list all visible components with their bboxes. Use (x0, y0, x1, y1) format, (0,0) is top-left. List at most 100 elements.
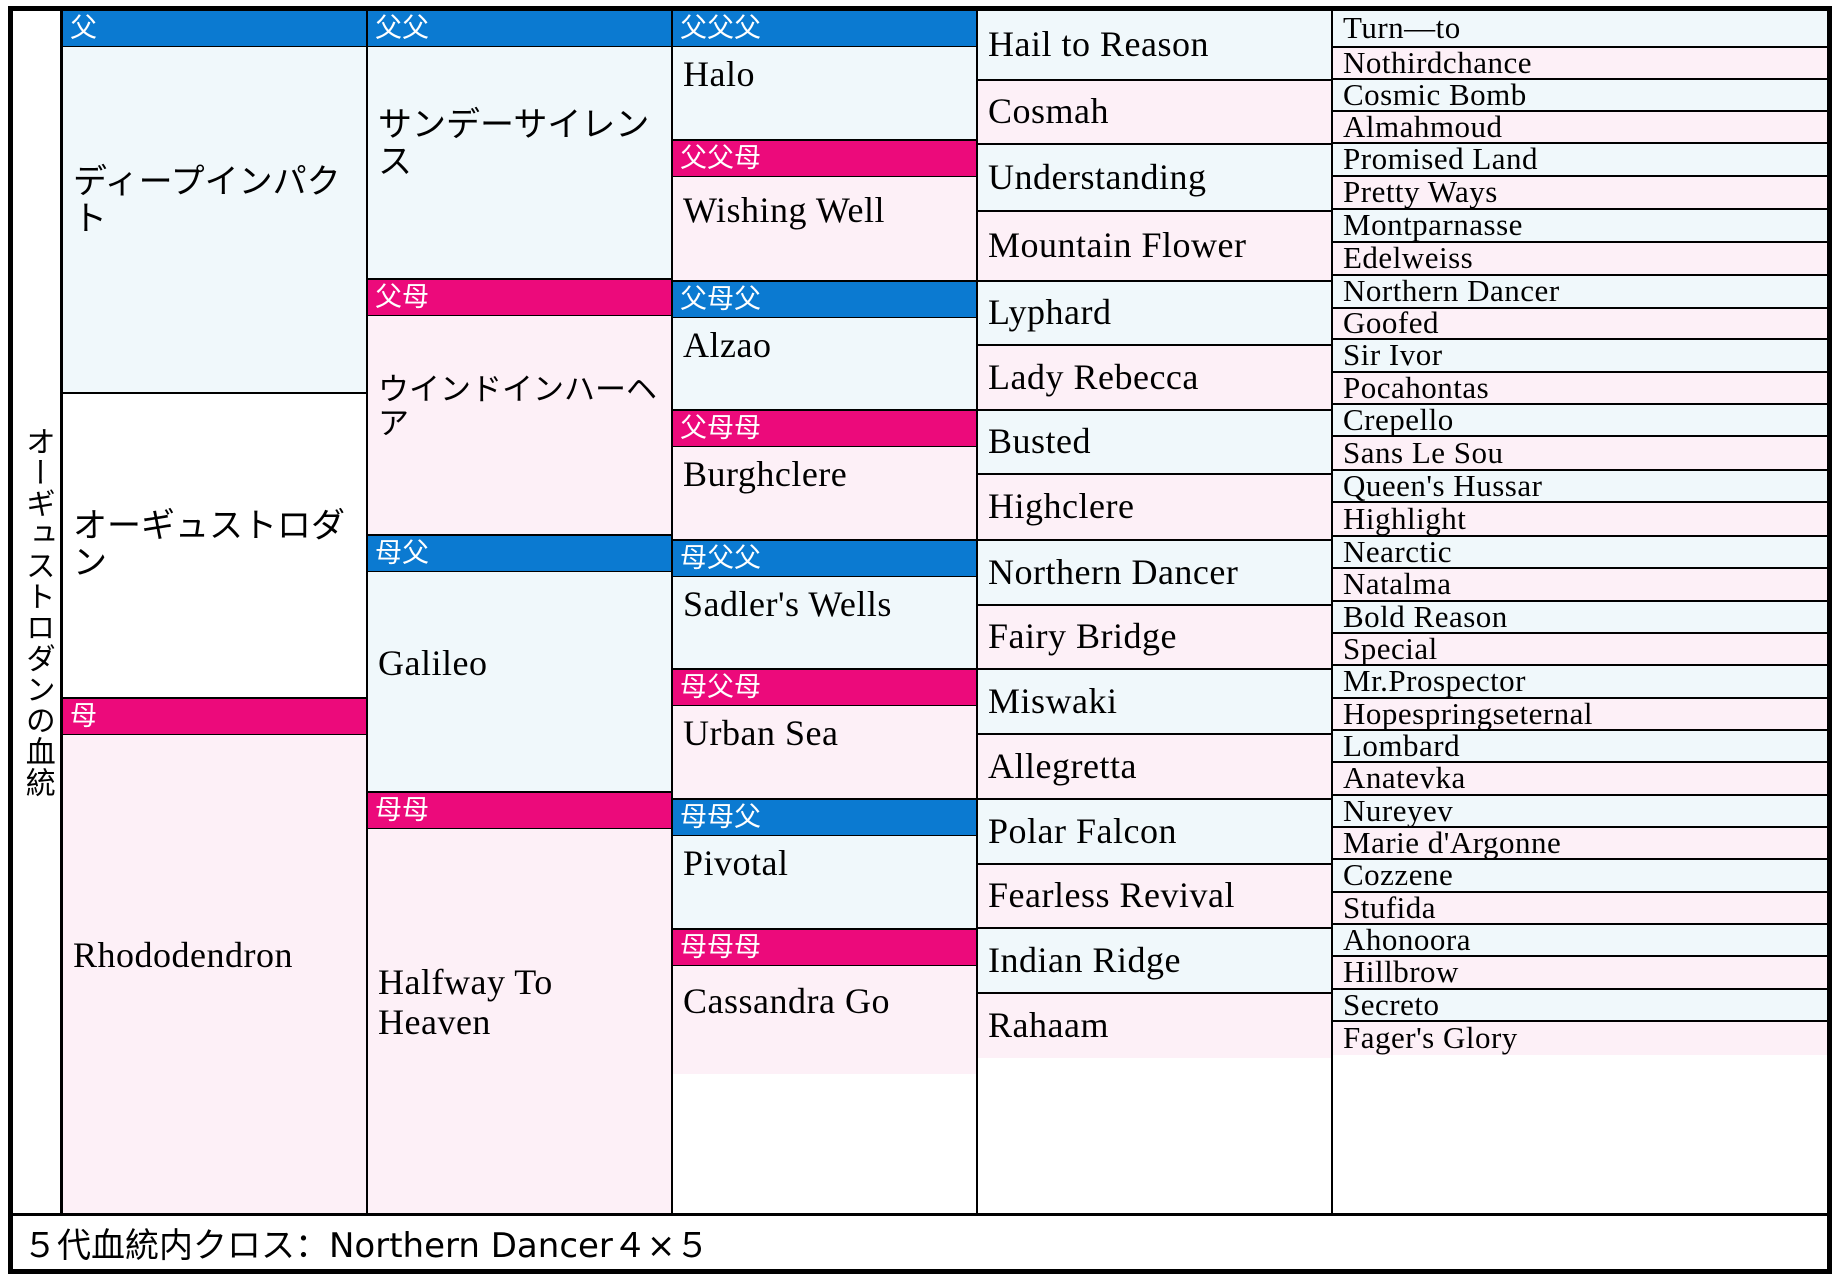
horse-name: Lyphard (988, 292, 1112, 333)
pedigree-cell-g5[interactable]: Special (1333, 634, 1827, 666)
pedigree-cell-g5[interactable]: Almahmoud (1333, 112, 1827, 144)
horse-name: Stufida (1343, 893, 1437, 925)
pedigree-cell-g5[interactable]: Crepello (1333, 405, 1827, 437)
pedigree-cell-sss[interactable]: 父父父 Halo (673, 11, 976, 141)
pedigree-cell-g5[interactable]: Queen's Hussar (1333, 471, 1827, 503)
horse-name: Crepello (1343, 405, 1454, 437)
pedigree-cell-dam[interactable]: 母 Rhododendron (63, 698, 366, 1213)
pedigree-cell-g5[interactable]: Cozzene (1333, 860, 1827, 893)
pedigree-cell-g5[interactable]: Nearctic (1333, 537, 1827, 569)
pedigree-cell-g4[interactable]: Mountain Flower (978, 212, 1331, 282)
pedigree-cell-g4[interactable]: Cosmah (978, 81, 1331, 145)
pedigree-cell-g5[interactable]: Sans Le Sou (1333, 437, 1827, 471)
pedigree-cell-g5[interactable]: Promised Land (1333, 144, 1827, 177)
horse-name: Natalma (1343, 569, 1452, 602)
pedigree-cell-g5[interactable]: Pretty Ways (1333, 177, 1827, 210)
pedigree-cell-dss[interactable]: 母父父 Sadler's Wells (673, 541, 976, 670)
pedigree-cell-sire-dam[interactable]: 父母 ウインドインハーヘア (368, 279, 671, 537)
horse-name: Special (1343, 634, 1438, 666)
pedigree-cell-g5[interactable]: Nothirdchance (1333, 48, 1827, 80)
horse-name: Indian Ridge (988, 939, 1181, 980)
inbreeding-note: ５代血統内クロス：Northern Dancer４×５ (23, 1226, 710, 1266)
pedigree-cell-g5[interactable]: Northern Dancer (1333, 276, 1827, 309)
pedigree-cell-g5[interactable]: Highlight (1333, 503, 1827, 537)
pedigree-cell-sire[interactable]: 父 ディープインパクト (63, 11, 366, 394)
horse-name: Sans Le Sou (1343, 437, 1504, 470)
horse-name: Allegretta (988, 745, 1137, 786)
pedigree-cell-g4[interactable]: Lyphard (978, 282, 1331, 346)
pedigree-cell-g4[interactable]: Understanding (978, 145, 1331, 212)
pedigree-cell-subject[interactable]: オーギュストロダン (63, 393, 366, 699)
horse-name: Goofed (1343, 309, 1439, 340)
tag-sire-dam-dam: 父母母 (673, 411, 976, 447)
pedigree-cell-g5[interactable]: Pocahontas (1333, 373, 1827, 405)
horse-name: Promised Land (1343, 144, 1539, 177)
horse-name: Hail to Reason (988, 24, 1209, 65)
pedigree-cell-dsd[interactable]: 母父母 Urban Sea (673, 670, 976, 800)
pedigree-cell-g4[interactable]: Lady Rebecca (978, 346, 1331, 411)
horse-name: Pocahontas (1343, 373, 1490, 405)
pedigree-cell-g4[interactable]: Highclere (978, 475, 1331, 541)
pedigree-cell-dam-sire[interactable]: 母父 Galileo (368, 536, 671, 793)
horse-name: Almahmoud (1343, 112, 1503, 144)
pedigree-cell-sdd[interactable]: 父母母 Burghclere (673, 411, 976, 541)
pedigree-cell-g5[interactable]: Sir Ivor (1333, 340, 1827, 373)
horse-name: Cozzene (1343, 860, 1454, 893)
pedigree-cell-ssd[interactable]: 父父母 Wishing Well (673, 141, 976, 282)
horse-name: ウインドインハーヘア (378, 371, 657, 442)
horse-name: Cosmic Bomb (1343, 80, 1527, 112)
horse-name: オーギュストロダン (73, 505, 345, 584)
pedigree-cell-g4[interactable]: Indian Ridge (978, 929, 1331, 994)
tag-dam-sire: 母父 (368, 536, 671, 573)
pedigree-cell-g4[interactable]: Allegretta (978, 735, 1331, 800)
pedigree-cell-g4[interactable]: Miswaki (978, 670, 1331, 735)
horse-name: Nureyev (1343, 796, 1454, 828)
horse-name: Mountain Flower (988, 225, 1247, 266)
pedigree-cell-g5[interactable]: Stufida (1333, 893, 1827, 925)
pedigree-cell-sire-sire[interactable]: 父父 サンデーサイレンス (368, 11, 671, 280)
pedigree-cell-g5[interactable]: Turn—to (1333, 11, 1827, 48)
pedigree-cell-g5[interactable]: Edelweiss (1333, 243, 1827, 276)
tag-sire: 父 (63, 11, 366, 47)
pedigree-cell-ddd[interactable]: 母母母 Cassandra Go (673, 930, 976, 1074)
horse-name: Mr.Prospector (1343, 666, 1527, 699)
tag-sire-sire-dam: 父父母 (673, 141, 976, 177)
horse-name: Rhododendron (73, 935, 293, 976)
tag-sire-sire-sire: 父父父 (673, 11, 976, 47)
pedigree-cell-g5[interactable]: Lombard (1333, 731, 1827, 763)
horse-name: Nearctic (1343, 537, 1452, 569)
pedigree-cell-g5[interactable]: Nureyev (1333, 796, 1827, 828)
pedigree-cell-g5[interactable]: Cosmic Bomb (1333, 80, 1827, 112)
tag-sire-sire: 父父 (368, 11, 671, 47)
pedigree-cell-g5[interactable]: Hopespringseternal (1333, 699, 1827, 731)
pedigree-cell-g4[interactable]: Northern Dancer (978, 541, 1331, 606)
pedigree-cell-g4[interactable]: Fearless Revival (978, 865, 1331, 929)
pedigree-cell-dds[interactable]: 母母父 Pivotal (673, 800, 976, 930)
horse-name: Fager's Glory (1343, 1022, 1518, 1055)
pedigree-cell-g4[interactable]: Fairy Bridge (978, 606, 1331, 670)
pedigree-cell-g5[interactable]: Natalma (1333, 569, 1827, 602)
pedigree-cell-g5[interactable]: Marie d'Argonne (1333, 828, 1827, 860)
horse-name: Sadler's Wells (683, 583, 892, 624)
pedigree-cell-g5[interactable]: Hillbrow (1333, 957, 1827, 990)
horse-name: Busted (988, 421, 1092, 462)
pedigree-cell-g4[interactable]: Busted (978, 411, 1331, 475)
pedigree-cell-g5[interactable]: Mr.Prospector (1333, 666, 1827, 699)
pedigree-cell-g4[interactable]: Polar Falcon (978, 800, 1331, 865)
tag-dam-dam-dam: 母母母 (673, 930, 976, 966)
pedigree-cell-g4[interactable]: Hail to Reason (978, 11, 1331, 81)
pedigree-cell-g5[interactable]: Ahonoora (1333, 925, 1827, 957)
pedigree-cell-g5[interactable]: Anatevka (1333, 763, 1827, 796)
pedigree-cell-g5[interactable]: Goofed (1333, 309, 1827, 340)
pedigree-cell-sds[interactable]: 父母父 Alzao (673, 282, 976, 411)
pedigree-cell-g5[interactable]: Montparnasse (1333, 210, 1827, 243)
horse-name: Nothirdchance (1343, 48, 1532, 80)
pedigree-cell-dam-dam[interactable]: 母母 Halfway To Heaven (368, 792, 671, 1213)
horse-name: Pivotal (683, 843, 789, 884)
horse-name: Marie d'Argonne (1343, 828, 1562, 860)
pedigree-cell-g5[interactable]: Secreto (1333, 990, 1827, 1022)
pedigree-cell-g5[interactable]: Fager's Glory (1333, 1022, 1827, 1055)
pedigree-cell-g5[interactable]: Bold Reason (1333, 602, 1827, 634)
pedigree-cell-g4[interactable]: Rahaam (978, 994, 1331, 1058)
tag-dam-dam-sire: 母母父 (673, 800, 976, 836)
